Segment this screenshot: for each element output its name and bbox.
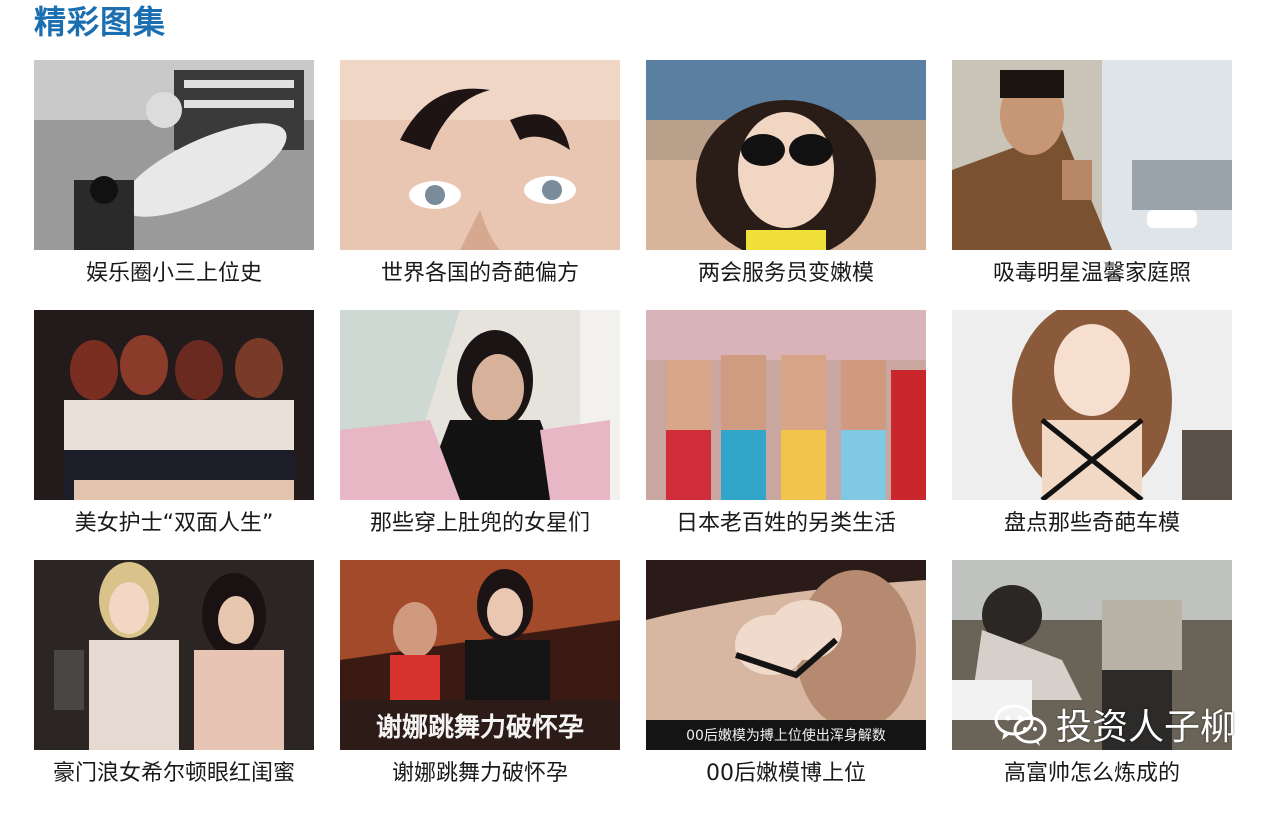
thumbnail-image[interactable] (952, 310, 1232, 500)
thumbnail-image[interactable] (646, 310, 926, 500)
gallery-item[interactable]: 那些穿上肚兜的女星们 (340, 310, 620, 560)
gallery-item[interactable]: 谢娜跳舞力破怀孕 谢娜跳舞力破怀孕 (340, 560, 620, 810)
watermark-text: 投资人子柳 (1055, 707, 1236, 748)
item-caption[interactable]: 那些穿上肚兜的女星们 (340, 504, 620, 564)
item-caption[interactable]: 吸毒明星温馨家庭照 (952, 254, 1232, 314)
wechat-icon (994, 702, 1048, 746)
gallery-item[interactable]: 盘点那些奇葩车模 (952, 310, 1232, 560)
gallery-item[interactable]: 吸毒明星温馨家庭照 (952, 60, 1232, 310)
thumbnail-image[interactable] (340, 310, 620, 500)
item-caption[interactable]: 豪门浪女希尔顿眼红闺蜜 (34, 754, 314, 814)
gallery-item[interactable]: 高富帅怎么炼成的 (952, 560, 1232, 810)
item-caption[interactable]: 两会服务员变嫩模 (646, 254, 926, 314)
gallery-item[interactable]: 日本老百姓的另类生活 (646, 310, 926, 560)
thumbnail-image[interactable] (34, 60, 314, 250)
item-caption[interactable]: 日本老百姓的另类生活 (646, 504, 926, 564)
thumbnail-image[interactable] (952, 60, 1232, 250)
photo-overlay-text: 00后嫩模为搏上位使出浑身解数 (686, 727, 886, 744)
gallery-item[interactable]: 美女护士“双面人生” (34, 310, 314, 560)
wechat-watermark: 投资人子柳 (994, 698, 1236, 750)
gallery-item[interactable]: 两会服务员变嫩模 (646, 60, 926, 310)
thumbnail-image[interactable] (646, 60, 926, 250)
thumbnail-image[interactable]: 00后嫩模为搏上位使出浑身解数 (646, 560, 926, 750)
item-caption[interactable]: 谢娜跳舞力破怀孕 (340, 754, 620, 814)
item-caption[interactable]: 00后嫩模博上位 (646, 754, 926, 814)
gallery-item[interactable]: 娱乐圈小三上位史 (34, 60, 314, 310)
thumbnail-image[interactable] (340, 60, 620, 250)
photo-overlay-text: 谢娜跳舞力破怀孕 (376, 712, 584, 743)
item-caption[interactable]: 世界各国的奇葩偏方 (340, 254, 620, 314)
item-caption[interactable]: 娱乐圈小三上位史 (34, 254, 314, 314)
thumbnail-image[interactable] (34, 310, 314, 500)
item-caption[interactable]: 美女护士“双面人生” (34, 504, 314, 564)
gallery-item[interactable]: 豪门浪女希尔顿眼红闺蜜 (34, 560, 314, 810)
gallery-item[interactable]: 00后嫩模为搏上位使出浑身解数 00后嫩模博上位 (646, 560, 926, 810)
gallery-item[interactable]: 世界各国的奇葩偏方 (340, 60, 620, 310)
section-title: 精彩图集 (34, 3, 167, 41)
item-caption[interactable]: 盘点那些奇葩车模 (952, 504, 1232, 564)
item-caption[interactable]: 高富帅怎么炼成的 (952, 754, 1232, 814)
thumbnail-image[interactable] (34, 560, 314, 750)
thumbnail-image[interactable]: 谢娜跳舞力破怀孕 (340, 560, 620, 750)
